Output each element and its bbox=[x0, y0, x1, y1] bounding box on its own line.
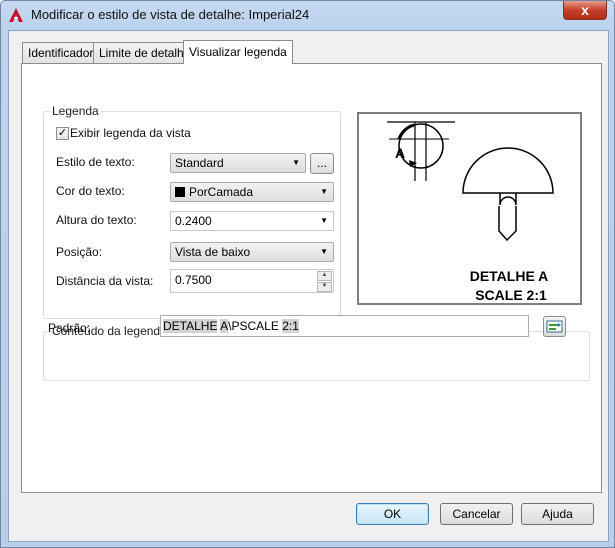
view-distance-spinner[interactable]: 0.7500 ▲ ▼ bbox=[170, 269, 334, 293]
spin-up-icon[interactable]: ▲ bbox=[317, 271, 332, 281]
text-style-value: Standard bbox=[175, 156, 224, 170]
view-distance-value: 0.7500 bbox=[175, 273, 212, 287]
position-label: Posição: bbox=[56, 245, 103, 259]
dialog-client-area: Identificador Limite de detalhe Visualiz… bbox=[8, 30, 609, 542]
pattern-input[interactable]: DETALHE A\PSCALE 2:1 bbox=[160, 315, 529, 337]
content-group: Conteúdo da legenda bbox=[43, 324, 590, 381]
position-value: Vista de baixo bbox=[175, 245, 251, 259]
preview-marker-letter: A bbox=[395, 145, 405, 161]
text-style-label: Estilo de texto: bbox=[56, 155, 135, 169]
chevron-down-icon: ▼ bbox=[320, 187, 328, 196]
window-title: Modificar o estilo de vista de detalhe: … bbox=[31, 7, 310, 22]
legend-group-title: Legenda bbox=[50, 104, 101, 118]
tab-panel: Legenda ✓ Exibir legenda da vista Estilo… bbox=[21, 63, 602, 493]
chevron-down-icon: ▼ bbox=[320, 216, 328, 225]
help-button[interactable]: Ajuda bbox=[521, 503, 594, 525]
insert-field-button[interactable] bbox=[543, 316, 566, 337]
insert-field-icon bbox=[546, 320, 563, 333]
show-label-checkbox[interactable]: ✓ bbox=[56, 127, 69, 140]
chevron-down-icon: ▼ bbox=[320, 247, 328, 256]
close-button[interactable]: x bbox=[563, 1, 607, 20]
show-label-text: Exibir legenda da vista bbox=[70, 126, 191, 140]
text-color-value: PorCamada bbox=[189, 185, 254, 199]
pattern-token-scale: \PSCALE bbox=[228, 319, 283, 333]
detail-preview-drawing: A DETALHE A SCALE 2:1 bbox=[387, 121, 554, 303]
cancel-button[interactable]: Cancelar bbox=[440, 503, 513, 525]
preview-caption-line2: SCALE 2:1 bbox=[475, 287, 547, 303]
preview-caption-line1: DETALHE A bbox=[470, 268, 549, 284]
pattern-token-letter: A bbox=[220, 319, 229, 333]
text-color-label: Cor do texto: bbox=[56, 184, 125, 198]
title-bar[interactable]: Modificar o estilo de vista de detalhe: … bbox=[1, 1, 614, 29]
autocad-a-icon bbox=[9, 8, 23, 22]
text-style-dropdown[interactable]: Standard ▼ bbox=[170, 153, 306, 173]
tab-identificador[interactable]: Identificador bbox=[22, 42, 100, 63]
pattern-label: Padrão: bbox=[48, 321, 91, 335]
text-height-value: 0.2400 bbox=[175, 214, 212, 228]
tab-limite-de-detalhe[interactable]: Limite de detalhe bbox=[93, 42, 197, 63]
text-height-label: Altura do texto: bbox=[56, 213, 137, 227]
pattern-token-ratio: 2:1 bbox=[282, 319, 299, 333]
text-height-combo[interactable]: 0.2400 ▼ bbox=[170, 211, 334, 231]
text-color-dropdown[interactable]: PorCamada ▼ bbox=[170, 182, 334, 202]
color-swatch-icon bbox=[175, 187, 185, 197]
tab-visualizar-legenda[interactable]: Visualizar legenda bbox=[183, 40, 293, 64]
pattern-token-detalhe: DETALHE bbox=[163, 319, 218, 333]
ok-button[interactable]: OK bbox=[356, 503, 429, 525]
position-dropdown[interactable]: Vista de baixo ▼ bbox=[170, 242, 334, 262]
preview-panel: A DETALHE A SCALE 2:1 bbox=[357, 112, 582, 305]
text-style-browse-button[interactable]: ... bbox=[310, 153, 334, 174]
dialog-window: Modificar o estilo de vista de detalhe: … bbox=[0, 0, 615, 548]
spin-down-icon[interactable]: ▼ bbox=[317, 282, 332, 292]
chevron-down-icon: ▼ bbox=[292, 158, 300, 167]
view-distance-label: Distância da vista: bbox=[56, 274, 154, 288]
